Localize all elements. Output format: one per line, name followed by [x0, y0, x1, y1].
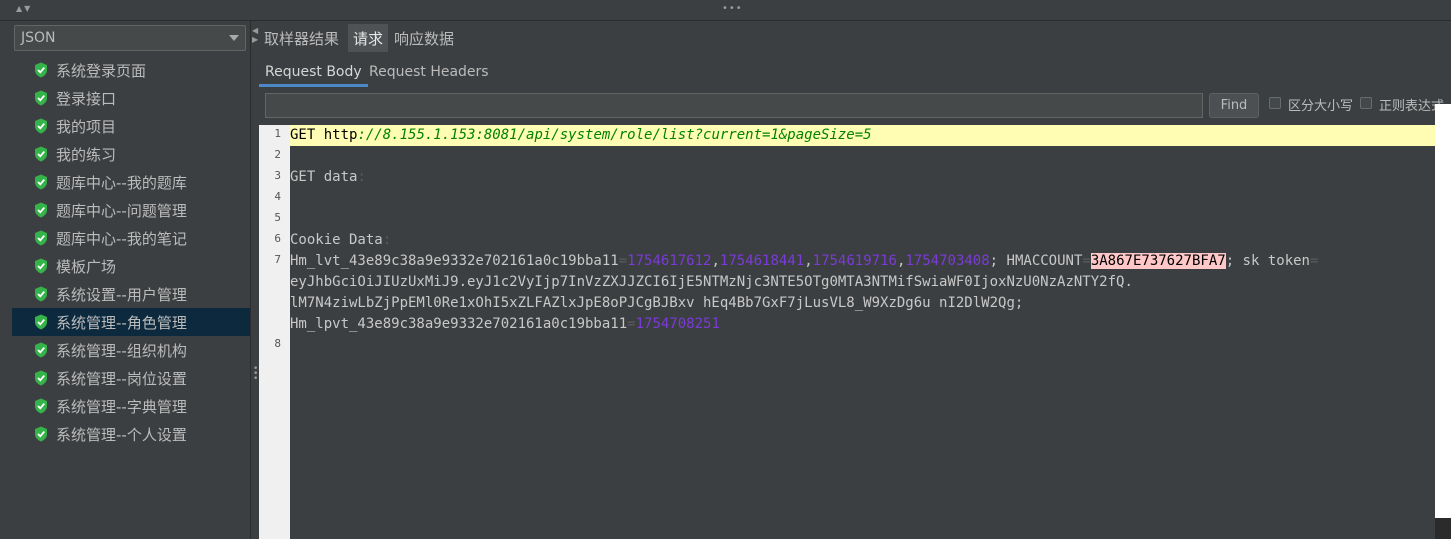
cookie-value: 1754618441 [719, 253, 805, 269]
success-shield-icon [35, 62, 47, 78]
chevron-down-icon [229, 35, 239, 41]
line-number: 8 [274, 337, 281, 350]
tree-item-label: 系统管理--字典管理 [56, 398, 187, 416]
tree-item[interactable]: 我的练习 [12, 140, 250, 168]
tab-sampler-result[interactable]: 取样器结果 [259, 24, 344, 52]
detail-panel: 取样器结果 请求 响应数据 Request Body Request Heade… [259, 21, 1451, 539]
success-shield-icon [35, 90, 47, 106]
line-number: 6 [274, 232, 281, 245]
request-url: ://8.155.1.153:8081/api/system/role/list… [357, 127, 872, 143]
tree-item[interactable]: 系统管理--组织机构 [12, 336, 250, 364]
success-shield-icon [35, 370, 47, 386]
cookie-token-key: ; sk token [1225, 253, 1310, 269]
tree-item-label: 系统登录页面 [56, 62, 147, 80]
cookie-key: Hm_lpvt_43e89c38a9e9332e702161a0c19bba11 [290, 316, 628, 332]
success-shield-icon [35, 426, 47, 442]
http-method: GET [290, 127, 324, 143]
tab-response-data[interactable]: 响应数据 [389, 24, 459, 52]
line-number: 5 [274, 211, 281, 224]
line-number: 7 [274, 253, 281, 266]
collapse-arrows-icon[interactable]: ▲▼ [16, 4, 32, 13]
cookie-key: Hm_lvt_43e89c38a9e9332e702161a0c19bba11 [290, 253, 619, 269]
renderer-combo-value: JSON [21, 30, 56, 46]
tree-item[interactable]: 系统管理--个人设置 [12, 420, 250, 448]
tree-item-label: 题库中心--我的笔记 [56, 230, 187, 248]
line-number: 1 [274, 127, 281, 140]
code-area[interactable]: GET http://8.155.1.153:8081/api/system/r… [290, 125, 1435, 539]
search-match: 3A867E737627BFA7 [1090, 253, 1226, 269]
tree-item-label: 题库中心--我的题库 [56, 174, 187, 192]
success-shield-icon [35, 174, 47, 190]
line-number: 3 [274, 169, 281, 182]
find-input[interactable] [265, 93, 1203, 118]
tree-item-label: 题库中心--问题管理 [56, 202, 187, 220]
cookie-data-label: Cookie Data [290, 232, 383, 248]
sampler-tree: 系统登录页面 登录接口我的项目我的练习题库中心--我的题库 题库中心--问题管理 题库… [12, 56, 250, 448]
success-shield-icon [35, 146, 47, 162]
success-shield-icon [35, 258, 47, 274]
case-sensitive-checkbox[interactable] [1269, 97, 1281, 109]
code-line-7c: lM7N4ziwLbZjPpEMl0Re1xOhI5xZLFAZlxJpE8oP… [290, 295, 1024, 311]
tab-request-body[interactable]: Request Body [259, 61, 368, 87]
success-shield-icon [35, 314, 47, 330]
tree-item[interactable]: 系统设置--用户管理 [12, 280, 250, 308]
tree-item-label: 系统管理--角色管理 [56, 314, 187, 332]
success-shield-icon [35, 230, 47, 246]
url-scheme: http [323, 127, 358, 143]
regex-checkbox[interactable] [1360, 97, 1372, 109]
tab-request-headers[interactable]: Request Headers [363, 61, 495, 87]
success-shield-icon [35, 118, 47, 134]
tree-item[interactable]: 登录接口 [12, 84, 250, 112]
cookie-value: 1754617612 [627, 253, 712, 269]
collapse-left-icon[interactable]: ◀ ▶ [252, 26, 258, 44]
code-line-6: Cookie Data: [290, 232, 392, 248]
case-sensitive-label: 区分大小写 [1288, 99, 1354, 114]
tree-item[interactable]: 题库中心--问题管理 [12, 196, 250, 224]
splitter-grip-icon[interactable]: ••• [722, 3, 743, 14]
line-number-gutter: 1 2 3 4 5 6 7 8 [259, 125, 291, 539]
find-bar: Find 区分大小写 正则表达式 [259, 91, 1451, 123]
tab-request[interactable]: 请求 [348, 24, 389, 52]
code-line-7b: eyJhbGciOiJIUzUxMiJ9.eyJ1c2VyIjp7InVzZXJ… [290, 274, 1133, 290]
tree-item-label: 系统管理--岗位设置 [56, 370, 187, 388]
tree-item[interactable]: 系统登录页面 [12, 56, 250, 84]
tree-item-label: 系统管理--个人设置 [56, 426, 187, 444]
success-shield-icon [35, 398, 47, 414]
cookie-separator: ; HMACCOUNT [989, 253, 1083, 269]
line-number: 2 [274, 148, 281, 161]
tree-item[interactable]: 题库中心--我的笔记 [12, 224, 250, 252]
tree-item-label: 我的练习 [56, 146, 117, 164]
tree-item-label: 系统管理--组织机构 [56, 342, 187, 360]
tree-item[interactable]: 题库中心--我的题库 [12, 168, 250, 196]
tree-item[interactable]: 模板广场 [12, 252, 250, 280]
tree-item[interactable]: 系统管理--岗位设置 [12, 364, 250, 392]
code-line-3: GET data: [290, 169, 366, 185]
cookie-value: 1754703408 [905, 253, 990, 269]
line-number: 4 [274, 190, 281, 203]
tree-item[interactable]: 系统管理--角色管理 [12, 308, 250, 336]
find-button[interactable]: Find [1209, 93, 1259, 118]
tree-item-label: 我的项目 [56, 118, 117, 136]
tree-item[interactable]: 我的项目 [12, 112, 250, 140]
renderer-combo[interactable]: JSON [14, 25, 246, 51]
tree-item-label: 系统设置--用户管理 [56, 286, 187, 304]
splitter-handle-icon[interactable]: • • • [253, 365, 258, 384]
top-strip: ▲▼ ••• [0, 0, 1451, 21]
tree-item-label: 登录接口 [56, 90, 117, 108]
success-shield-icon [35, 202, 47, 218]
code-line-7a: Hm_lvt_43e89c38a9e9332e702161a0c19bba11=… [290, 253, 1319, 269]
success-shield-icon [35, 342, 47, 358]
code-line-1: GET http://8.155.1.153:8081/api/system/r… [290, 125, 1435, 146]
cookie-value: 1754708251 [635, 316, 720, 332]
success-shield-icon [35, 286, 47, 302]
get-data-label: GET data [290, 169, 358, 185]
result-tree-panel: JSON 系统登录页面 登录接口我的项目我的练习题库中心--我的题库 题库中心--问… [0, 21, 250, 539]
vertical-scrollbar[interactable] [1435, 104, 1451, 518]
code-line-7d: Hm_lpvt_43e89c38a9e9332e702161a0c19bba11… [290, 316, 720, 332]
cookie-value: 1754619716 [812, 253, 897, 269]
tree-item-label: 模板广场 [56, 258, 117, 276]
request-body-editor[interactable]: 1 2 3 4 5 6 7 8 GET http://8.155.1.153:8081/api… [259, 125, 1451, 539]
tree-item[interactable]: 系统管理--字典管理 [12, 392, 250, 420]
